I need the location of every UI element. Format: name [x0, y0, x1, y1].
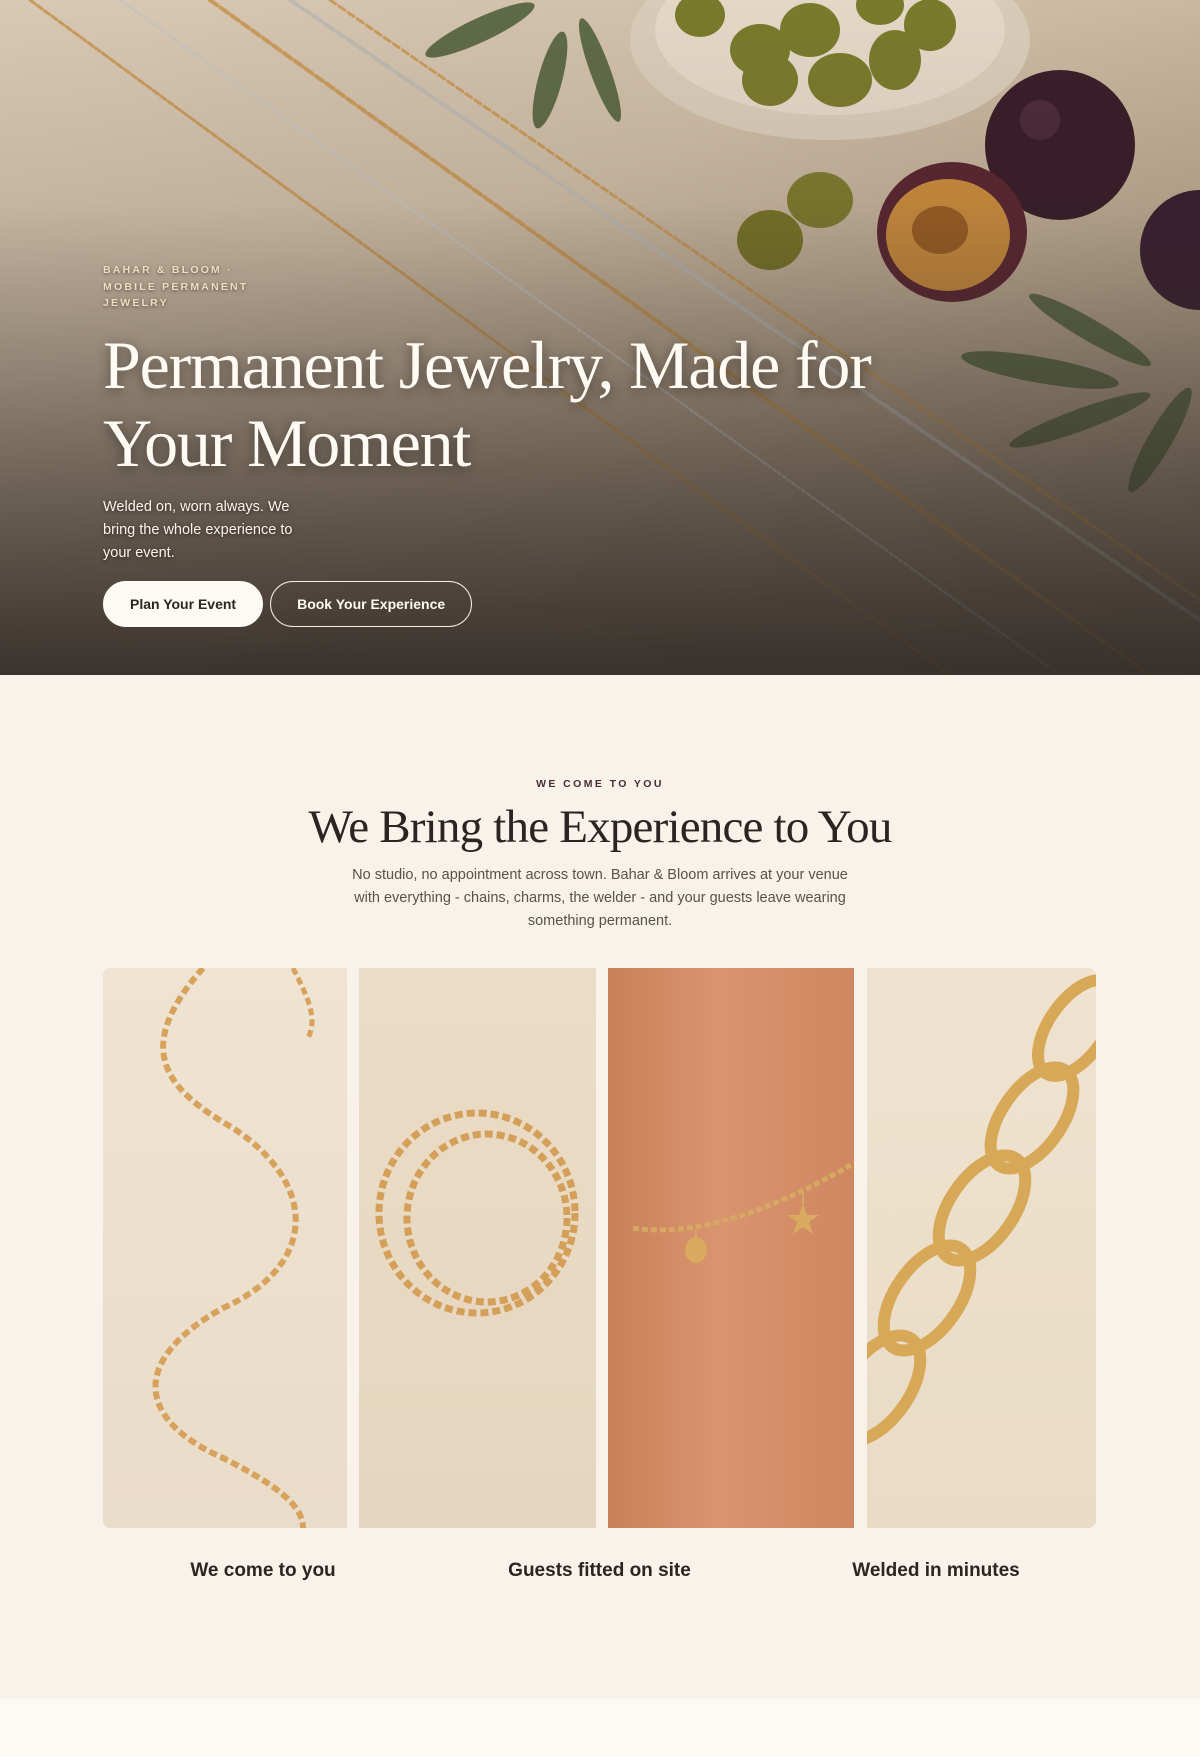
- feature-item: Welded in minutes: [852, 1560, 1020, 1581]
- gallery-image-wavy-chain: [103, 968, 347, 1528]
- feature-item: Guests fitted on site: [508, 1560, 691, 1581]
- hero-section: BAHAR & BLOOM · MOBILE PERMANENT JEWELRY…: [0, 0, 1200, 675]
- gallery-gap: [854, 968, 867, 1528]
- section-title: We Bring the Experience to You: [308, 801, 892, 853]
- next-section-strip: [0, 1699, 1200, 1757]
- feature-item: We come to you: [190, 1560, 336, 1581]
- hero-eyebrow: BAHAR & BLOOM · MOBILE PERMANENT JEWELRY: [103, 264, 249, 309]
- gallery-image-wrist-bracelet: [608, 968, 854, 1528]
- gallery-gap: [347, 968, 359, 1528]
- jewelry-gallery: [103, 968, 1096, 1528]
- hero-subtitle: Welded on, worn always. We bring the who…: [103, 498, 293, 561]
- bracelet-icon: [632, 1160, 854, 1263]
- hero-buttons: Plan Your Event Book Your Experience: [103, 580, 903, 627]
- chain-links-icon: [867, 974, 1096, 1447]
- gallery-gap: [596, 968, 608, 1528]
- hero-title: Permanent Jewelry, Made for Your Moment: [103, 326, 872, 481]
- feature-list: We come to you Guests fitted on site Wel…: [103, 1560, 1096, 1582]
- gallery-image-chain-links: [867, 968, 1096, 1528]
- section-description: No studio, no appointment across town. B…: [352, 867, 848, 929]
- gallery-image-coiled-chain: [359, 968, 596, 1528]
- hero-content: BAHAR & BLOOM · MOBILE PERMANENT JEWELRY…: [103, 262, 903, 627]
- section-kicker: WE COME TO YOU: [536, 778, 664, 790]
- wavy-chain-icon: [152, 968, 315, 1528]
- book-experience-button[interactable]: Book Your Experience: [270, 580, 473, 627]
- plan-event-button[interactable]: Plan Your Event: [103, 580, 264, 627]
- coiled-chain-icon: [375, 1109, 579, 1317]
